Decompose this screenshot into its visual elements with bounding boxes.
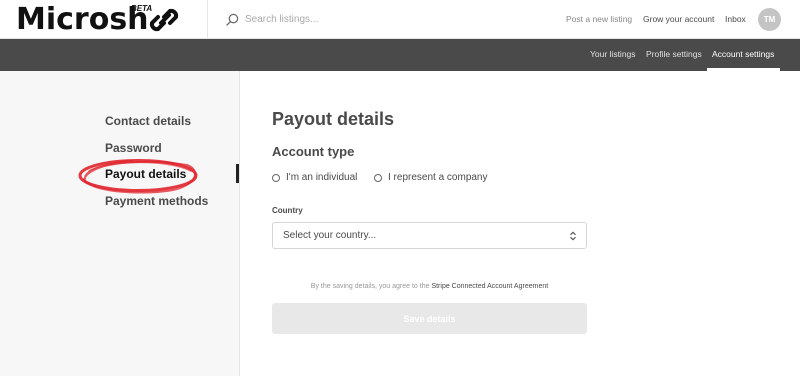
agreement-text: By the saving details, you agree to the <box>310 283 430 290</box>
sidebar-item-password[interactable]: Password <box>105 141 162 155</box>
grow-account-link[interactable]: Grow your account <box>643 14 714 24</box>
radio-individual[interactable]: I'm an individual <box>272 172 357 183</box>
stripe-agreement-link[interactable]: Stripe Connected Account Agreement <box>431 283 548 290</box>
sidebar-item-contact-details[interactable]: Contact details <box>105 114 191 128</box>
country-label: Country <box>272 206 303 215</box>
active-item-indicator <box>236 164 239 183</box>
search-bar[interactable] <box>226 10 446 28</box>
avatar[interactable]: TM <box>758 8 781 31</box>
logo[interactable]: Microsh <box>16 2 149 38</box>
search-icon <box>226 13 239 26</box>
country-select[interactable]: Select your country... <box>272 222 587 249</box>
link-icon <box>149 8 179 32</box>
tab-account-settings[interactable]: Account settings <box>712 49 774 59</box>
chevron-up-down-icon <box>570 231 576 241</box>
page-title: Payout details <box>272 109 395 129</box>
tab-your-listings[interactable]: Your listings <box>590 49 636 59</box>
radio-company[interactable]: I represent a company <box>374 172 488 183</box>
topbar-divider <box>207 0 208 39</box>
sidebar-item-payout-details[interactable]: Payout details <box>105 167 186 181</box>
save-details-button[interactable]: Save details <box>272 303 587 334</box>
inbox-link[interactable]: Inbox <box>725 14 746 24</box>
radio-button[interactable] <box>272 173 280 182</box>
account-type-heading: Account type <box>272 144 355 159</box>
top-bar: Microsh BETA Post a new listing Grow you… <box>0 0 800 39</box>
radio-button[interactable] <box>374 173 382 182</box>
radio-individual-label: I'm an individual <box>286 172 358 183</box>
tab-profile-settings[interactable]: Profile settings <box>646 49 702 59</box>
avatar-initials: TM <box>763 15 776 24</box>
radio-company-label: I represent a company <box>388 172 488 183</box>
sidebar-item-payment-methods[interactable]: Payment methods <box>105 194 208 208</box>
account-subnav: Your listings Profile settings Account s… <box>0 39 800 71</box>
active-tab-underline <box>707 68 780 71</box>
post-listing-link[interactable]: Post a new listing <box>566 14 632 24</box>
country-select-value: Select your country... <box>283 230 377 241</box>
search-input[interactable] <box>245 13 435 25</box>
logo-text: Microsh <box>16 2 149 37</box>
agreement-notice: By the saving details, you agree to the … <box>272 283 587 290</box>
